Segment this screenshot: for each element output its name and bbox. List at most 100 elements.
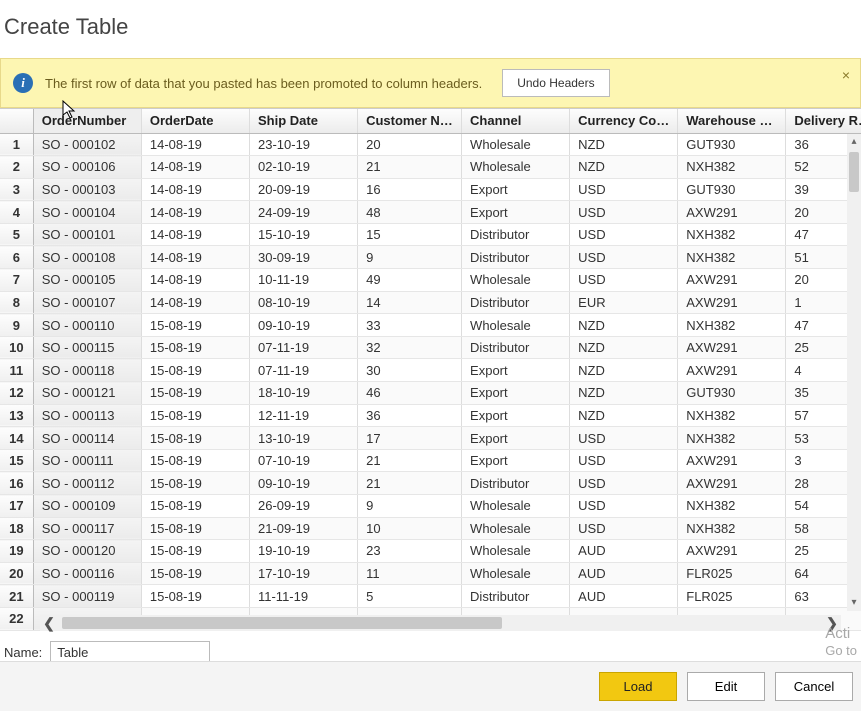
table-row[interactable]: 4SO - 00010414-08-1924-09-1948ExportUSDA… [0,201,861,224]
cell[interactable]: 11 [358,562,462,585]
row-number[interactable]: 10 [0,336,33,359]
cell[interactable]: SO - 000108 [33,246,141,269]
cell[interactable]: 15-08-19 [141,495,249,518]
table-row[interactable]: 13SO - 00011315-08-1912-11-1936ExportNZD… [0,404,861,427]
cell[interactable]: NXH382 [678,495,786,518]
scroll-up-icon[interactable]: ▴ [847,134,861,150]
cancel-button[interactable]: Cancel [775,672,853,701]
cell[interactable]: Wholesale [462,517,570,540]
cell[interactable]: 17-10-19 [249,562,357,585]
cell[interactable]: GUT930 [678,382,786,405]
cell[interactable]: USD [570,517,678,540]
cell[interactable]: NZD [570,359,678,382]
cell[interactable]: SO - 000120 [33,540,141,563]
row-number[interactable]: 11 [0,359,33,382]
cell[interactable]: Export [462,359,570,382]
cell[interactable]: 15-08-19 [141,427,249,450]
column-header[interactable]: Delivery Regi.. [786,109,861,133]
column-header[interactable]: Customer Na... [358,109,462,133]
cell[interactable]: Export [462,178,570,201]
cell[interactable]: AXW291 [678,540,786,563]
load-button[interactable]: Load [599,672,677,701]
table-row[interactable]: 2SO - 00010614-08-1902-10-1921WholesaleN… [0,156,861,179]
cell[interactable]: USD [570,472,678,495]
row-number[interactable]: 8 [0,291,33,314]
table-row[interactable]: 6SO - 00010814-08-1930-09-199Distributor… [0,246,861,269]
cell[interactable]: EUR [570,291,678,314]
row-number[interactable]: 7 [0,269,33,292]
table-row[interactable]: 11SO - 00011815-08-1907-11-1930ExportNZD… [0,359,861,382]
table-row[interactable]: 1SO - 00010214-08-1923-10-1920WholesaleN… [0,133,861,156]
cell[interactable]: 15-10-19 [249,223,357,246]
cell[interactable]: SO - 000117 [33,517,141,540]
cell[interactable]: SO - 000110 [33,314,141,337]
cell[interactable]: 14-08-19 [141,269,249,292]
cell[interactable]: 36 [358,404,462,427]
cell[interactable]: SO - 000114 [33,427,141,450]
cell[interactable]: SO - 000105 [33,269,141,292]
cell[interactable]: 10 [358,517,462,540]
table-row[interactable]: 9SO - 00011015-08-1909-10-1933WholesaleN… [0,314,861,337]
row-number[interactable]: 21 [0,585,33,608]
table-row[interactable]: 14SO - 00011415-08-1913-10-1917ExportUSD… [0,427,861,450]
scroll-thumb[interactable] [62,617,502,629]
cell[interactable]: NZD [570,336,678,359]
cell[interactable]: NXH382 [678,246,786,269]
cell[interactable]: 46 [358,382,462,405]
cell[interactable]: 15 [358,223,462,246]
undo-headers-button[interactable]: Undo Headers [502,69,609,97]
cell[interactable]: Distributor [462,246,570,269]
table-row[interactable]: 5SO - 00010114-08-1915-10-1915Distributo… [0,223,861,246]
cell[interactable]: NZD [570,382,678,405]
cell[interactable]: 24-09-19 [249,201,357,224]
cell[interactable]: SO - 000118 [33,359,141,382]
cell[interactable]: 15-08-19 [141,404,249,427]
cell[interactable]: 17 [358,427,462,450]
cell[interactable]: 21 [358,449,462,472]
cell[interactable]: 16 [358,178,462,201]
row-number[interactable]: 18 [0,517,33,540]
row-number[interactable]: 17 [0,495,33,518]
cell[interactable]: 49 [358,269,462,292]
cell[interactable]: 14-08-19 [141,156,249,179]
cell[interactable]: 19-10-19 [249,540,357,563]
cell[interactable]: Export [462,427,570,450]
cell[interactable]: SO - 000113 [33,404,141,427]
cell[interactable]: 14-08-19 [141,133,249,156]
cell[interactable]: GUT930 [678,178,786,201]
cell[interactable]: SO - 000106 [33,156,141,179]
cell[interactable]: 14-08-19 [141,246,249,269]
cell[interactable]: NXH382 [678,427,786,450]
cell[interactable]: Wholesale [462,133,570,156]
row-number[interactable]: 2 [0,156,33,179]
cell[interactable]: SO - 000121 [33,382,141,405]
cell[interactable]: Wholesale [462,156,570,179]
cell[interactable]: AXW291 [678,291,786,314]
cell[interactable]: Wholesale [462,495,570,518]
cell[interactable]: SO - 000101 [33,223,141,246]
table-row[interactable]: 19SO - 00012015-08-1919-10-1923Wholesale… [0,540,861,563]
cell[interactable]: 9 [358,495,462,518]
cell[interactable]: 18-10-19 [249,382,357,405]
cell[interactable]: GUT930 [678,133,786,156]
cell[interactable]: 14-08-19 [141,223,249,246]
cell[interactable]: 32 [358,336,462,359]
cell[interactable]: 13-10-19 [249,427,357,450]
cell[interactable]: 07-11-19 [249,359,357,382]
table-row[interactable]: 8SO - 00010714-08-1908-10-1914Distributo… [0,291,861,314]
cell[interactable]: SO - 000103 [33,178,141,201]
cell[interactable]: SO - 000107 [33,291,141,314]
cell[interactable]: USD [570,269,678,292]
cell[interactable]: Distributor [462,223,570,246]
cell[interactable]: AXW291 [678,269,786,292]
close-icon[interactable]: × [842,67,850,83]
cell[interactable]: SO - 000119 [33,585,141,608]
cell[interactable]: AXW291 [678,472,786,495]
row-number[interactable]: 20 [0,562,33,585]
row-number[interactable]: 9 [0,314,33,337]
edit-button[interactable]: Edit [687,672,765,701]
cell[interactable]: Wholesale [462,314,570,337]
horizontal-scrollbar[interactable]: ❮ ❯ [40,615,841,631]
row-number[interactable]: 15 [0,449,33,472]
table-row[interactable]: 3SO - 00010314-08-1920-09-1916ExportUSDG… [0,178,861,201]
